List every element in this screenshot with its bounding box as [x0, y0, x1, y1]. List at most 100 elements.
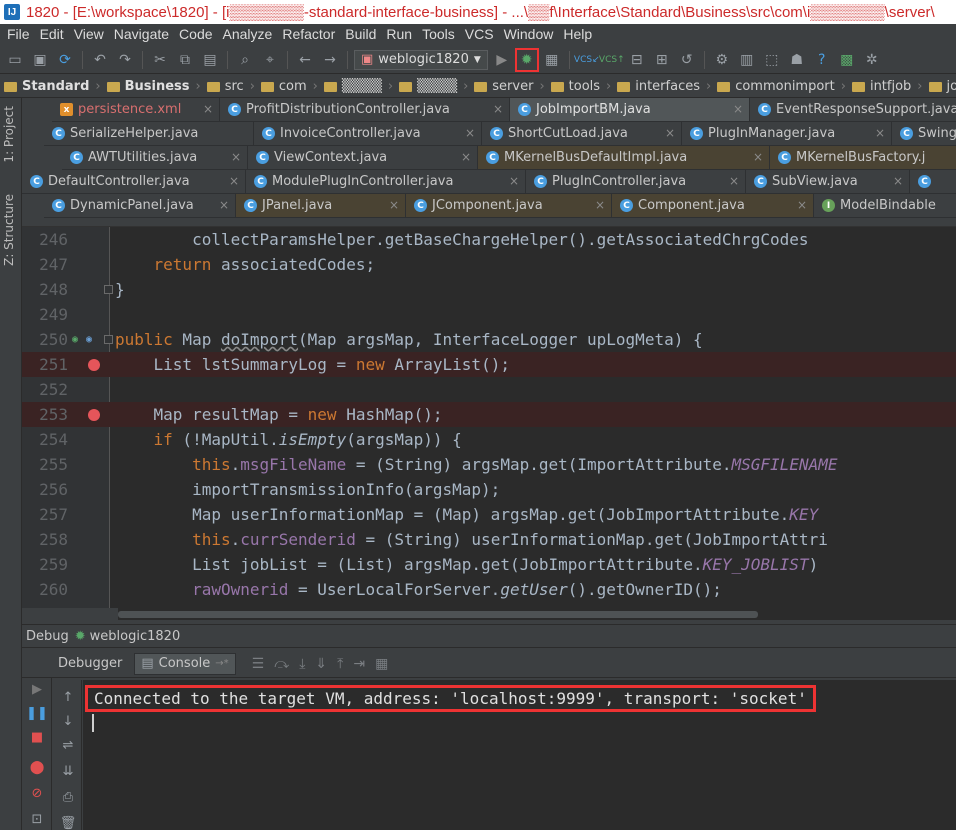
redo-icon[interactable]: ↷ [114, 49, 136, 71]
menu-vcs[interactable]: VCS [460, 24, 499, 44]
breadcrumb-item[interactable]: commonimport [713, 79, 839, 94]
console-output[interactable]: Connected to the target VM, address: 'lo… [83, 680, 956, 830]
code-editor[interactable]: 246 collectParamsHelper.getBaseChargeHel… [22, 226, 956, 608]
step-into-icon[interactable]: ⤓ [299, 656, 305, 672]
menu-code[interactable]: Code [174, 24, 217, 44]
close-icon[interactable]: × [595, 198, 605, 212]
close-icon[interactable]: × [733, 102, 743, 116]
tab-persistence-xml[interactable]: x persistence.xml × [52, 98, 220, 122]
tab-view-context[interactable]: C ViewContext.java × [248, 146, 478, 170]
breadcrumb-item[interactable]: Standard [0, 79, 93, 94]
tab-plugin-controller[interactable]: C PlugInController.java × [526, 170, 746, 194]
paste-icon[interactable]: ▤ [199, 49, 221, 71]
tab-overflow[interactable]: C [910, 170, 956, 194]
breakpoint-icon[interactable] [88, 359, 100, 371]
open-folder-icon[interactable]: ▭ [4, 49, 26, 71]
override-icon[interactable]: ◉ [72, 327, 78, 352]
down-arrow-icon[interactable]: ↓ [59, 712, 77, 730]
run-icon[interactable]: ▶ [491, 49, 513, 71]
close-icon[interactable]: × [493, 102, 503, 116]
close-icon[interactable]: × [461, 150, 471, 164]
show-execution-point-icon[interactable]: ☰ [252, 656, 265, 672]
soft-wrap-icon[interactable]: ⇌ [59, 736, 77, 754]
tab-mkernel-bus-default-impl[interactable]: C MKernelBusDefaultImpl.java × [478, 146, 770, 170]
tab-subview[interactable]: C SubView.java × [746, 170, 910, 194]
breadcrumb-item[interactable]: jobimport [925, 79, 956, 94]
lock-icon[interactable]: ⊟ [626, 49, 648, 71]
tab-shortcut-load[interactable]: C ShortCutLoad.java × [482, 122, 682, 146]
find-icon[interactable]: ⌕ [234, 49, 256, 71]
resume-icon[interactable]: ▶ [28, 680, 46, 698]
tab-jcomponent[interactable]: C JComponent.java × [406, 194, 612, 218]
editor-horizontal-scrollbar[interactable] [118, 608, 956, 620]
trash-icon[interactable]: 🗑 [59, 814, 77, 830]
breadcrumb-item[interactable]: com [257, 79, 311, 94]
breadcrumb-item[interactable]: Business [103, 79, 194, 94]
restore-layout-icon[interactable]: ⊡ [28, 810, 46, 828]
close-icon[interactable]: × [729, 174, 739, 188]
breadcrumb-item[interactable]: server [470, 79, 537, 94]
scrollbar-thumb[interactable] [118, 611, 758, 618]
menu-file[interactable]: File [2, 24, 35, 44]
close-icon[interactable]: × [389, 198, 399, 212]
tab-profit-distribution-controller[interactable]: C ProfitDistributionController.java × [220, 98, 510, 122]
menu-edit[interactable]: Edit [35, 24, 69, 44]
mute-breakpoints-icon[interactable]: ⊘ [28, 784, 46, 802]
implemented-icon[interactable]: ◉ [86, 327, 92, 352]
vcs-commit-icon[interactable]: VCS↑ [599, 49, 625, 71]
close-icon[interactable]: × [203, 102, 213, 116]
breadcrumb-item[interactable]: interfaces [613, 79, 704, 94]
menu-build[interactable]: Build [340, 24, 381, 44]
run-coverage-icon[interactable]: ▦ [541, 49, 563, 71]
run-configuration-select[interactable]: ▣ weblogic1820 ▼ [354, 49, 488, 70]
tab-component[interactable]: C Component.java × [612, 194, 814, 218]
run-to-cursor-icon[interactable]: ⇥ [353, 656, 365, 672]
breadcrumb-item[interactable]: ▒▒▒▒ [320, 79, 386, 94]
tab-swing[interactable]: C Swing [892, 122, 956, 146]
tab-dynamic-panel[interactable]: C DynamicPanel.java × [44, 194, 236, 218]
project-structure-icon[interactable]: ▥ [736, 49, 758, 71]
history-icon[interactable]: ⊞ [651, 49, 673, 71]
close-icon[interactable]: × [509, 174, 519, 188]
tab-default-controller[interactable]: C DefaultController.java × [22, 170, 246, 194]
debug-config-label[interactable]: weblogic1820 [90, 629, 181, 644]
close-icon[interactable]: × [465, 126, 475, 140]
sdk-manager-icon[interactable]: ⬚ [761, 49, 783, 71]
scroll-to-end-icon[interactable]: ⇊ [59, 762, 77, 780]
force-step-into-icon[interactable]: ⇓ [315, 656, 327, 672]
tab-event-response-support[interactable]: C EventResponseSupport.java [750, 98, 956, 122]
menu-view[interactable]: View [69, 24, 109, 44]
menu-analyze[interactable]: Analyze [218, 24, 278, 44]
tab-plugin-manager[interactable]: C PlugInManager.java × [682, 122, 892, 146]
menu-refactor[interactable]: Refactor [277, 24, 340, 44]
view-breakpoints-icon[interactable]: ⬤ [28, 758, 46, 776]
print-icon[interactable]: ⎙ [59, 788, 77, 806]
copy-icon[interactable]: ⧉ [174, 49, 196, 71]
tab-invoice-controller[interactable]: C InvoiceController.java × [254, 122, 482, 146]
revert-icon[interactable]: ↺ [676, 49, 698, 71]
forward-icon[interactable]: → [319, 49, 341, 71]
menu-navigate[interactable]: Navigate [109, 24, 174, 44]
tab-serialize-helper[interactable]: C SerializeHelper.java [44, 122, 254, 146]
close-icon[interactable]: × [231, 150, 241, 164]
menu-run[interactable]: Run [381, 24, 417, 44]
menu-tools[interactable]: Tools [417, 24, 460, 44]
cut-icon[interactable]: ✂ [149, 49, 171, 71]
tab-jpanel[interactable]: C JPanel.java × [236, 194, 406, 218]
undo-icon[interactable]: ↶ [89, 49, 111, 71]
close-icon[interactable]: × [875, 126, 885, 140]
menu-window[interactable]: Window [499, 24, 559, 44]
tab-module-plugin-controller[interactable]: C ModulePlugInController.java × [246, 170, 526, 194]
back-icon[interactable]: ← [294, 49, 316, 71]
close-icon[interactable]: × [753, 150, 763, 164]
up-arrow-icon[interactable]: ↑ [59, 688, 77, 706]
breadcrumb-item[interactable]: intfjob [848, 79, 915, 94]
replace-icon[interactable]: ⌖ [259, 49, 281, 71]
settings-icon[interactable]: ⚙ [711, 49, 733, 71]
step-out-icon[interactable]: ⤒ [337, 656, 343, 672]
tab-job-import-bm[interactable]: C JobImportBM.java × [510, 98, 750, 122]
fold-icon[interactable] [104, 335, 113, 344]
plugin-icon[interactable]: ▩ [836, 49, 858, 71]
bug-report-icon[interactable]: ✲ [861, 49, 883, 71]
evaluate-expression-icon[interactable]: ▦ [375, 656, 388, 672]
